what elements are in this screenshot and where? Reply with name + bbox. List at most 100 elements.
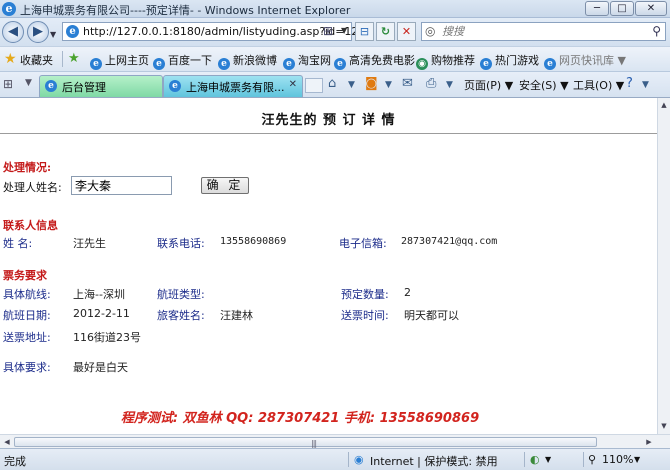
- address-url[interactable]: http://127.0.0.1:8180/admin/listyuding.a…: [83, 25, 358, 38]
- zoom-level[interactable]: 110%: [602, 453, 633, 466]
- tools-menu[interactable]: 工具(O) ▼: [573, 77, 624, 93]
- quick-tabs-icon[interactable]: ⊞: [3, 77, 21, 93]
- vertical-scrollbar[interactable]: ▲ ▼: [657, 98, 670, 434]
- address-value: 116街道23号: [73, 331, 141, 344]
- ie-logo-icon: e: [2, 2, 16, 16]
- mail-icon[interactable]: ✉: [402, 76, 413, 91]
- dropdown-icon[interactable]: ▼: [348, 80, 355, 90]
- home-icon[interactable]: ⌂: [328, 76, 336, 91]
- safety-menu[interactable]: 安全(S) ▼: [519, 77, 569, 93]
- page-content: 汪先生的 预 订 详 情 处理情况: 处理人姓名: 确 定 联系人信息 姓 名:…: [0, 98, 657, 434]
- history-dropdown-icon[interactable]: ▼: [50, 30, 56, 39]
- address-dropdown-icon[interactable]: ▼: [341, 26, 347, 35]
- page-title: 汪先生的 预 订 详 情: [261, 113, 396, 128]
- delivery-time-label: 送票时间:: [341, 309, 389, 322]
- fav-item-taobao[interactable]: e 淘宝网: [283, 52, 331, 70]
- fav-item-home[interactable]: e 上网主页: [90, 52, 149, 70]
- new-tab-button[interactable]: [305, 78, 323, 93]
- add-favorite-icon[interactable]: ★: [68, 51, 80, 66]
- processing-heading: 处理情况:: [3, 161, 52, 174]
- ie-page-icon: e: [283, 58, 295, 70]
- forward-button[interactable]: ▶: [27, 21, 49, 43]
- scroll-right-icon[interactable]: ▶: [643, 436, 655, 448]
- refresh-button[interactable]: ↻: [376, 22, 395, 41]
- title-bar: e 上海申城票务有限公司----预定详情- - Windows Internet…: [0, 0, 670, 18]
- favorites-bar: ★ 收藏夹 ★ e 上网主页 e 百度一下 e 新浪微博 e 淘宝网 e 高清免费电影 ◉…: [0, 46, 670, 72]
- search-provider-icon: ◎: [425, 24, 436, 38]
- scroll-thumb[interactable]: |||: [14, 437, 597, 448]
- compatibility-view-icon[interactable]: ⊞: [323, 24, 333, 38]
- ie-page-icon: e: [153, 58, 165, 70]
- fav-item-movies[interactable]: e 高清免费电影: [334, 52, 415, 70]
- request-label: 具体要求:: [3, 361, 51, 374]
- address-bar[interactable]: e http://127.0.0.1:8180/admin/listyuding…: [62, 22, 358, 41]
- search-box[interactable]: ◎ ⚲: [421, 22, 666, 41]
- divider: [524, 452, 525, 467]
- dropdown-icon[interactable]: ▼: [385, 80, 392, 90]
- divider: [583, 452, 584, 467]
- delivery-time-value: 明天都可以: [404, 309, 459, 322]
- fav-item-shopping[interactable]: ◉ 购物推荐: [416, 52, 475, 70]
- ticket-heading: 票务要求: [3, 269, 47, 282]
- help-icon[interactable]: ?: [626, 76, 633, 91]
- zoom-icon[interactable]: ⚲: [588, 453, 596, 466]
- phone-label: 联系电话:: [157, 237, 205, 250]
- request-value: 最好是白天: [73, 361, 128, 374]
- maximize-button[interactable]: □: [610, 1, 634, 16]
- page-menu[interactable]: 页面(P) ▼: [464, 77, 513, 93]
- flight-type-label: 航班类型:: [157, 288, 205, 301]
- phone-value: 13558690869: [220, 236, 287, 247]
- scroll-left-icon[interactable]: ◀: [1, 436, 13, 448]
- horizontal-scrollbar[interactable]: ◀ ||| ▶: [0, 434, 670, 448]
- handler-name-input[interactable]: [71, 176, 172, 195]
- dropdown-icon[interactable]: ▼: [642, 80, 649, 90]
- tab-booking-detail[interactable]: e 上海申城票务有限... ✕: [163, 75, 303, 97]
- ie-page-icon: e: [90, 58, 102, 70]
- fav-item-weibo[interactable]: e 新浪微博: [218, 52, 277, 70]
- dropdown-icon[interactable]: ▼: [545, 455, 551, 464]
- print-icon[interactable]: ⎙: [426, 76, 436, 91]
- close-tab-icon[interactable]: ✕: [289, 79, 297, 90]
- zone-status[interactable]: Internet | 保护模式: 禁用: [370, 453, 498, 469]
- page-icon: e: [66, 25, 79, 38]
- favorites-star-icon[interactable]: ★: [4, 51, 17, 67]
- favorites-button[interactable]: 收藏夹: [20, 52, 53, 68]
- name-value: 汪先生: [73, 237, 106, 250]
- ie-page-icon: e: [169, 80, 181, 92]
- minimize-button[interactable]: ─: [585, 1, 609, 16]
- tab-admin[interactable]: e 后台管理: [39, 75, 163, 97]
- protected-mode-icon[interactable]: ◐: [530, 453, 540, 466]
- quantity-value: 2: [404, 286, 411, 299]
- status-bar: 完成 ◉ Internet | 保护模式: 禁用 ◐ ▼ ⚲ 110% ▼: [0, 448, 670, 470]
- ie-page-icon: e: [544, 58, 556, 70]
- ie-page-icon: e: [45, 80, 57, 92]
- fav-item-webslice[interactable]: e 网页快讯库 ▼: [544, 52, 626, 70]
- search-input[interactable]: [442, 24, 642, 39]
- tab-list-dropdown-icon[interactable]: ▼: [25, 78, 32, 88]
- zoom-dropdown-icon[interactable]: ▼: [634, 455, 640, 464]
- stop-button[interactable]: ✕: [397, 22, 416, 41]
- status-text: 完成: [4, 455, 26, 468]
- internet-zone-icon: ◉: [354, 453, 364, 466]
- date-value: 2012-2-11: [73, 307, 130, 320]
- confirm-button[interactable]: 确 定: [201, 177, 249, 194]
- fav-item-baidu[interactable]: e 百度一下: [153, 52, 212, 70]
- close-button[interactable]: ✕: [635, 1, 667, 16]
- back-button[interactable]: ◀: [2, 21, 24, 43]
- scroll-up-icon[interactable]: ▲: [658, 99, 670, 111]
- quantity-label: 预定数量:: [341, 288, 389, 301]
- address-row: ◀ ▶ ▼ e http://127.0.0.1:8180/admin/list…: [0, 18, 670, 46]
- divider: [348, 452, 349, 467]
- scroll-down-icon[interactable]: ▼: [658, 420, 670, 432]
- ie-page-icon: e: [218, 58, 230, 70]
- search-icon[interactable]: ⚲: [652, 24, 661, 38]
- route-label: 具体航线:: [3, 288, 51, 301]
- window-title: 上海申城票务有限公司----预定详情- - Windows Internet E…: [20, 4, 351, 17]
- route-value: 上海--深圳: [73, 288, 125, 301]
- ie-page-icon: e: [334, 58, 346, 70]
- compatibility-button[interactable]: ⊟: [355, 22, 374, 41]
- passenger-value: 汪建林: [220, 309, 253, 322]
- dropdown-icon[interactable]: ▼: [446, 80, 453, 90]
- fav-item-games[interactable]: e 热门游戏: [480, 52, 539, 70]
- feeds-icon[interactable]: ◙: [365, 76, 378, 91]
